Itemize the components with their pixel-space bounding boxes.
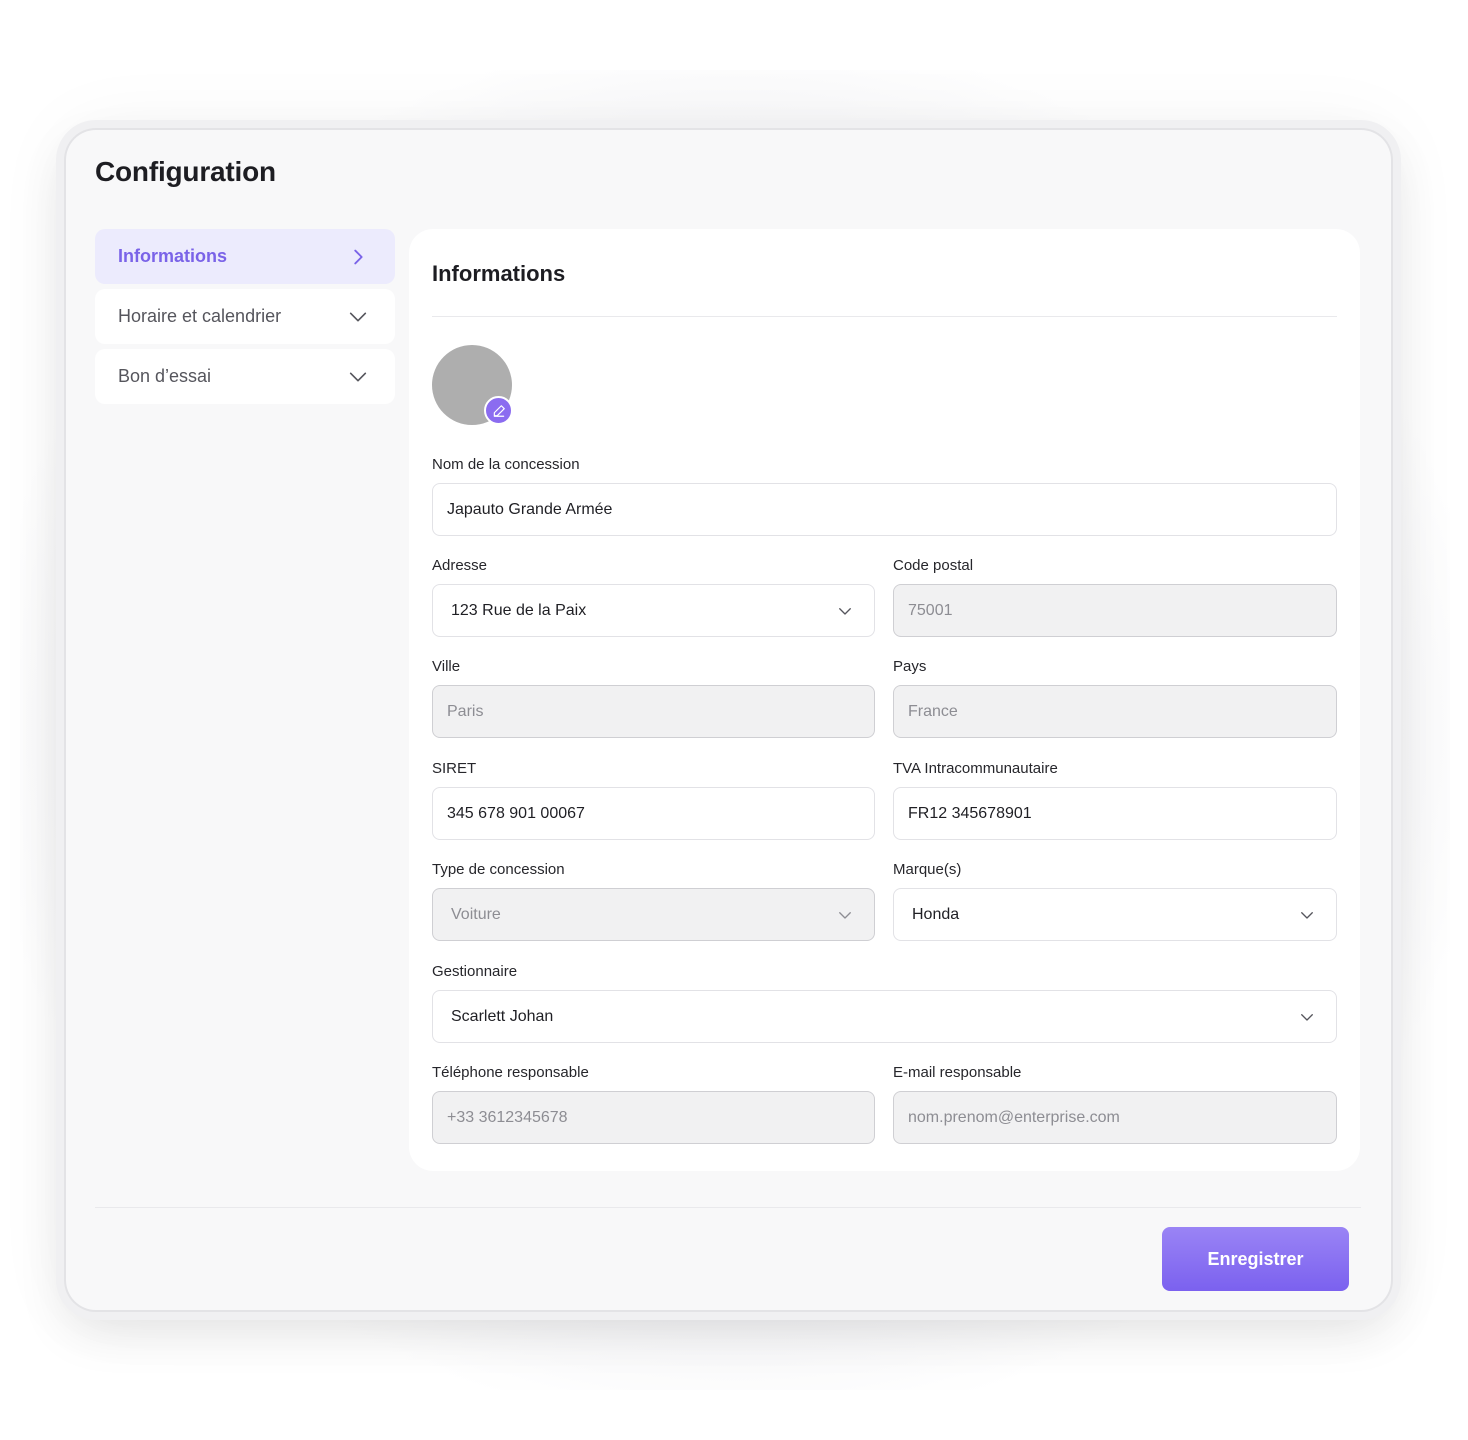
input-value: France xyxy=(908,702,958,720)
pays-input[interactable]: France xyxy=(893,685,1337,738)
field-label: TVA Intracommunautaire xyxy=(893,760,1058,777)
field-label: Code postal xyxy=(893,557,974,574)
field-label: Nom de la concession xyxy=(432,456,580,473)
telephone-input[interactable]: +33 3612345678 xyxy=(432,1091,875,1144)
chevron-down-icon xyxy=(839,607,851,615)
field-label: Téléphone responsable xyxy=(432,1064,589,1081)
input-value: Voiture xyxy=(451,905,501,923)
input-value: FR12 345678901 xyxy=(908,804,1032,822)
field-telephone: Téléphone responsable +33 3612345678 xyxy=(432,1064,875,1144)
email-input[interactable]: nom.prenom@enterprise.com xyxy=(893,1091,1337,1144)
code-postal-input[interactable]: 75001 xyxy=(893,584,1337,637)
field-type-concession: Type de concession Voiture xyxy=(432,861,875,941)
field-adresse: Adresse 123 Rue de la Paix xyxy=(432,557,875,637)
field-tva: TVA Intracommunautaire FR12 345678901 xyxy=(893,760,1337,840)
input-value: Scarlett Johan xyxy=(451,1007,554,1025)
field-label: Gestionnaire xyxy=(432,963,518,980)
siret-input[interactable]: 345 678 901 00067 xyxy=(432,787,875,840)
field-label: Marque(s) xyxy=(893,861,962,878)
sidebar-item-label: Informations xyxy=(118,246,228,266)
tva-input[interactable]: FR12 345678901 xyxy=(893,787,1337,840)
section-title: Informations xyxy=(432,261,566,286)
input-value: Paris xyxy=(447,702,484,720)
configuration-window: Configuration Informations Horaire et ca… xyxy=(66,130,1391,1310)
gestionnaire-select[interactable]: Scarlett Johan xyxy=(432,990,1337,1043)
sidebar-item-horaire-et-calendrier[interactable]: Horaire et calendrier xyxy=(95,289,395,344)
field-label: E-mail responsable xyxy=(893,1064,1022,1081)
avatar-edit-button[interactable] xyxy=(484,396,513,425)
input-value: Honda xyxy=(912,905,960,923)
chevron-down-icon xyxy=(1301,1013,1313,1021)
field-siret: SIRET 345 678 901 00067 xyxy=(432,760,875,840)
field-code-postal: Code postal 75001 xyxy=(893,557,1337,637)
divider xyxy=(432,316,1337,317)
ville-input[interactable]: Paris xyxy=(432,685,875,738)
input-value: 123 Rue de la Paix xyxy=(451,601,587,619)
input-value: +33 3612345678 xyxy=(447,1108,568,1126)
chevron-right-icon xyxy=(354,249,363,264)
adresse-select[interactable]: 123 Rue de la Paix xyxy=(432,584,875,637)
input-value: nom.prenom@enterprise.com xyxy=(908,1108,1120,1126)
save-button[interactable]: Enregistrer xyxy=(1162,1227,1349,1291)
informations-card: Informations Nom de la concession Japaut… xyxy=(409,229,1360,1171)
chevron-down-icon xyxy=(349,372,367,381)
marques-select[interactable]: Honda xyxy=(893,888,1337,941)
field-label: Ville xyxy=(432,658,461,675)
sidebar-item-label: Horaire et calendrier xyxy=(118,306,282,326)
input-value: Japauto Grande Armée xyxy=(447,500,613,518)
field-label: Type de concession xyxy=(432,861,565,878)
chevron-down-icon xyxy=(839,911,851,919)
sidebar: Informations Horaire et calendrier Bon d… xyxy=(95,229,395,409)
field-marques: Marque(s) Honda xyxy=(893,861,1337,941)
field-gestionnaire: Gestionnaire Scarlett Johan xyxy=(432,963,1337,1043)
field-nom-concession: Nom de la concession Japauto Grande Armé… xyxy=(432,456,1337,536)
chevron-down-icon xyxy=(1301,911,1313,919)
input-value: 75001 xyxy=(908,601,953,619)
field-label: Pays xyxy=(893,658,927,675)
type-concession-select[interactable]: Voiture xyxy=(432,888,875,941)
input-value: 345 678 901 00067 xyxy=(447,804,585,822)
sidebar-item-bon-d-essai[interactable]: Bon d’essai xyxy=(95,349,395,404)
sidebar-item-informations[interactable]: Informations xyxy=(95,229,395,284)
chevron-down-icon xyxy=(349,312,367,321)
field-email: E-mail responsable nom.prenom@enterprise… xyxy=(893,1064,1337,1144)
footer-divider xyxy=(95,1207,1361,1208)
field-label: SIRET xyxy=(432,760,477,777)
nom-concession-input[interactable]: Japauto Grande Armée xyxy=(432,483,1337,536)
field-ville: Ville Paris xyxy=(432,658,875,738)
page-title: Configuration xyxy=(95,156,276,187)
sidebar-item-label: Bon d’essai xyxy=(118,366,212,386)
pencil-icon xyxy=(493,404,505,417)
field-pays: Pays France xyxy=(893,658,1337,738)
field-label: Adresse xyxy=(432,557,488,574)
